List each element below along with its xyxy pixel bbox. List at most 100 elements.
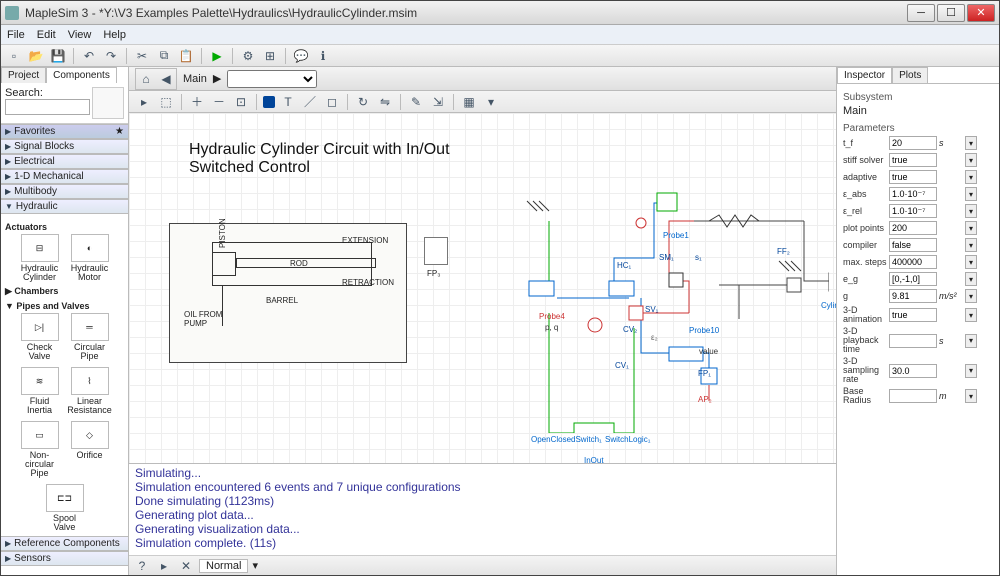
console-mode-dropdown[interactable]: ▾ [252, 559, 258, 572]
tab-plots[interactable]: Plots [892, 67, 928, 83]
undo-icon[interactable]: ↶ [80, 47, 98, 65]
comp-orifice[interactable]: ◇Orifice [68, 421, 112, 478]
group-pipes[interactable]: ▼ Pipes and Valves [5, 301, 124, 311]
canvas[interactable]: Hydraulic Cylinder Circuit with In/Out S… [129, 113, 836, 463]
copy-icon[interactable]: ⧉ [155, 47, 173, 65]
param-dropdown[interactable]: ▾ [965, 170, 977, 184]
maximize-button[interactable]: ☐ [937, 4, 965, 22]
param-value[interactable] [889, 204, 937, 218]
comp-hydraulic-cylinder[interactable]: ⊟Hydraulic Cylinder [18, 234, 62, 282]
nav-up-icon[interactable]: ◀ [157, 70, 175, 88]
plot-icon[interactable]: ⊞ [261, 47, 279, 65]
palette-sensors[interactable]: ▶Sensors [1, 551, 128, 566]
param-dropdown[interactable]: ▾ [965, 289, 977, 303]
subsystem-select[interactable] [227, 70, 317, 88]
param-value[interactable] [889, 238, 937, 252]
menu-view[interactable]: View [68, 29, 92, 41]
color-swatch[interactable] [263, 96, 275, 108]
palette-electrical[interactable]: ▶Electrical [1, 154, 128, 169]
param-value[interactable] [889, 221, 937, 235]
zoom-fit-icon[interactable]: ⊡ [232, 93, 250, 111]
tab-project[interactable]: Project [1, 67, 46, 83]
help-icon[interactable]: 💬 [292, 47, 310, 65]
param-value[interactable] [889, 272, 937, 286]
tab-components[interactable]: Components [46, 67, 117, 83]
nav-home-icon[interactable]: ⌂ [137, 70, 155, 88]
param-dropdown[interactable]: ▾ [965, 153, 977, 167]
param-dropdown[interactable]: ▾ [965, 255, 977, 269]
param-dropdown[interactable]: ▾ [965, 204, 977, 218]
param-dropdown[interactable]: ▾ [965, 221, 977, 235]
new-icon[interactable]: ▫ [5, 47, 23, 65]
close-button[interactable]: ✕ [967, 4, 995, 22]
group-chambers[interactable]: ▶ Chambers [5, 286, 124, 297]
tab-inspector[interactable]: Inspector [837, 67, 892, 83]
param-value[interactable] [889, 389, 937, 403]
menu-file[interactable]: File [7, 29, 25, 41]
param-value[interactable] [889, 153, 937, 167]
comp-noncircular-pipe[interactable]: ▭Non-circular Pipe [18, 421, 62, 478]
palette-reference[interactable]: ▶Reference Components [1, 536, 128, 551]
palette-hydraulic[interactable]: ▼Hydraulic [1, 199, 128, 214]
palette-multibody[interactable]: ▶Multibody [1, 184, 128, 199]
comp-fluid-inertia[interactable]: ≋Fluid Inertia [18, 367, 62, 415]
palette-favorites[interactable]: ▶Favorites★ [1, 124, 128, 139]
cut-icon[interactable]: ✂ [133, 47, 151, 65]
run-icon[interactable]: ▶ [208, 47, 226, 65]
paste-icon[interactable]: 📋 [177, 47, 195, 65]
param-dropdown[interactable]: ▾ [965, 238, 977, 252]
probe-icon[interactable]: ✎ [407, 93, 425, 111]
menu-edit[interactable]: Edit [37, 29, 56, 41]
menu-help[interactable]: Help [103, 29, 126, 41]
comp-circular-pipe[interactable]: ═Circular Pipe [68, 313, 112, 361]
redo-icon[interactable]: ↷ [102, 47, 120, 65]
param-value[interactable] [889, 364, 937, 378]
console-help-icon[interactable]: ? [133, 557, 151, 575]
palette-signal[interactable]: ▶Signal Blocks [1, 139, 128, 154]
param-dropdown[interactable]: ▾ [965, 272, 977, 286]
param-value[interactable] [889, 255, 937, 269]
comp-hydraulic-motor[interactable]: ◐Hydraulic Motor [68, 234, 112, 282]
param-row: max. steps▾ [843, 255, 993, 269]
nav-play-icon[interactable]: ▶ [213, 72, 221, 85]
select-icon[interactable]: ⬚ [157, 93, 175, 111]
link-icon[interactable]: ⇲ [429, 93, 447, 111]
search-input[interactable] [5, 99, 90, 115]
param-value[interactable] [889, 308, 937, 322]
save-icon[interactable]: 💾 [49, 47, 67, 65]
param-value[interactable] [889, 170, 937, 184]
info-icon[interactable]: ℹ [314, 47, 332, 65]
group-icon[interactable]: ▦ [460, 93, 478, 111]
text-icon[interactable]: T [279, 93, 297, 111]
more-icon[interactable]: ▾ [482, 93, 500, 111]
shape-icon[interactable]: ◻ [323, 93, 341, 111]
zoom-out-icon[interactable]: － [210, 93, 228, 111]
minimize-button[interactable]: ─ [907, 4, 935, 22]
param-value[interactable] [889, 289, 937, 303]
comp-check-valve[interactable]: ▷|Check Valve [18, 313, 62, 361]
console-clear-icon[interactable]: ✕ [177, 557, 195, 575]
open-icon[interactable]: 📂 [27, 47, 45, 65]
param-dropdown[interactable]: ▾ [965, 389, 977, 403]
line-icon[interactable]: ／ [301, 93, 319, 111]
param-value[interactable] [889, 136, 937, 150]
console-mode[interactable]: Normal [199, 559, 248, 573]
rotate-icon[interactable]: ↻ [354, 93, 372, 111]
param-value[interactable] [889, 334, 937, 348]
console-toggle-icon[interactable]: ▸ [155, 557, 173, 575]
param-dropdown[interactable]: ▾ [965, 334, 977, 348]
zoom-in-icon[interactable]: ＋ [188, 93, 206, 111]
palette-mechanical[interactable]: ▶1-D Mechanical [1, 169, 128, 184]
breadcrumb[interactable]: Main [183, 73, 207, 85]
comp-linear-resistance[interactable]: ⌇Linear Resistance [68, 367, 112, 415]
param-dropdown[interactable]: ▾ [965, 364, 977, 378]
param-dropdown[interactable]: ▾ [965, 308, 977, 322]
param-dropdown[interactable]: ▾ [965, 187, 977, 201]
pointer-icon[interactable]: ▸ [135, 93, 153, 111]
comp-spool-valve[interactable]: ⊏⊐Spool Valve [43, 484, 87, 532]
flip-icon[interactable]: ⇋ [376, 93, 394, 111]
param-value[interactable] [889, 187, 937, 201]
settings-icon[interactable]: ⚙ [239, 47, 257, 65]
param-dropdown[interactable]: ▾ [965, 136, 977, 150]
param-name: stiff solver [843, 156, 887, 165]
